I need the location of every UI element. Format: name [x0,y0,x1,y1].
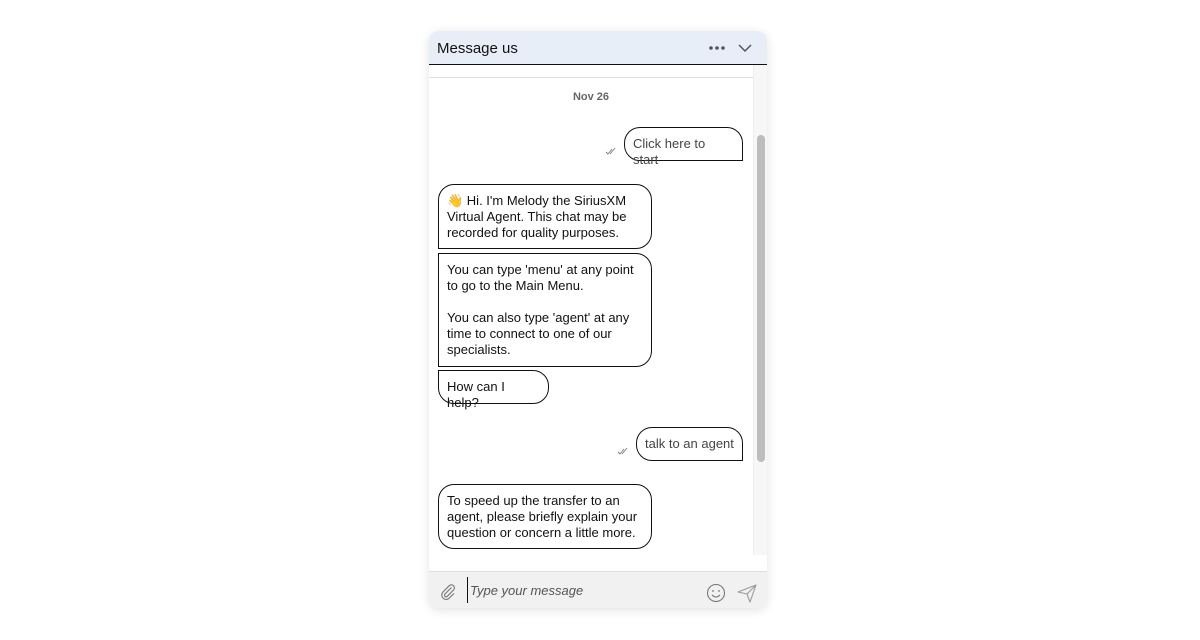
read-receipt-icon [606,147,616,155]
chat-widget: Message us Nov 26 Click here to start 👋 … [429,31,767,608]
send-icon[interactable] [737,583,757,603]
read-receipt-icon [618,447,628,455]
chat-header: Message us [429,31,767,65]
user-message: talk to an agent [636,427,743,461]
smiley-icon[interactable] [706,583,726,603]
bot-message: You can type 'menu' at any point to go t… [438,253,652,367]
message-composer [429,571,767,608]
bot-message: How can I help? [438,370,549,410]
divider [429,77,753,78]
chevron-down-icon[interactable] [737,40,753,56]
date-separator: Nov 26 [572,91,610,103]
message-input[interactable] [467,577,700,603]
paperclip-icon[interactable] [439,583,457,601]
bot-message: To speed up the transfer to an agent, pl… [438,484,652,549]
user-message: Click here to start [624,127,743,167]
bot-message: 👋 Hi. I'm Melody the SiriusXM Virtual Ag… [438,184,652,249]
scrollbar-thumb[interactable] [757,135,765,462]
more-options-icon[interactable] [708,40,726,56]
chat-title: Message us [437,40,518,57]
